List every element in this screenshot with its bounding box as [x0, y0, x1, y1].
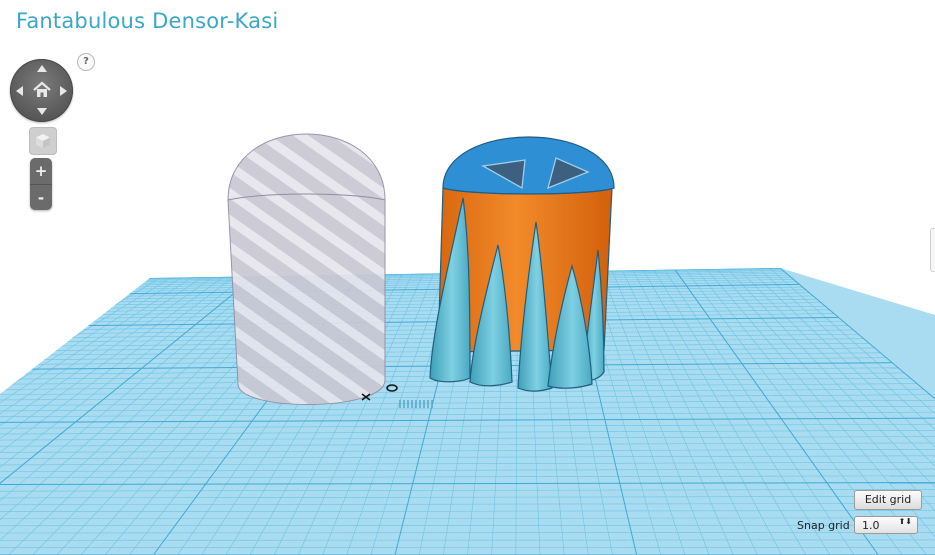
side-panel-handle[interactable]	[930, 228, 935, 272]
zoom-out-button[interactable]: -	[30, 184, 52, 211]
hole-cylinder[interactable]	[227, 133, 386, 406]
home-icon[interactable]	[32, 80, 52, 100]
workplane-viewport[interactable]	[0, 0, 935, 555]
help-button[interactable]: ?	[77, 53, 95, 71]
snap-grid-select[interactable]: 1.0 ⬆⬇	[854, 516, 918, 534]
snap-grid-value: 1.0	[862, 519, 880, 532]
snap-grid-label: Snap grid	[797, 519, 850, 532]
arrow-up-icon[interactable]	[37, 65, 47, 72]
zoom-control: + -	[30, 158, 52, 210]
arrow-down-icon[interactable]	[37, 108, 47, 115]
edit-grid-button[interactable]: Edit grid	[854, 490, 922, 510]
arrow-left-icon[interactable]	[16, 86, 23, 96]
design-title[interactable]: Fantabulous Densor-Kasi	[16, 9, 278, 33]
navigation-pad[interactable]	[10, 59, 73, 122]
view-cube-icon	[36, 134, 50, 148]
arrow-right-icon[interactable]	[60, 86, 67, 96]
view-cube-button[interactable]	[29, 127, 57, 155]
tentacle-creature[interactable]	[429, 136, 615, 392]
select-arrows-icon: ⬆⬇	[898, 517, 912, 526]
zoom-in-button[interactable]: +	[30, 158, 52, 184]
